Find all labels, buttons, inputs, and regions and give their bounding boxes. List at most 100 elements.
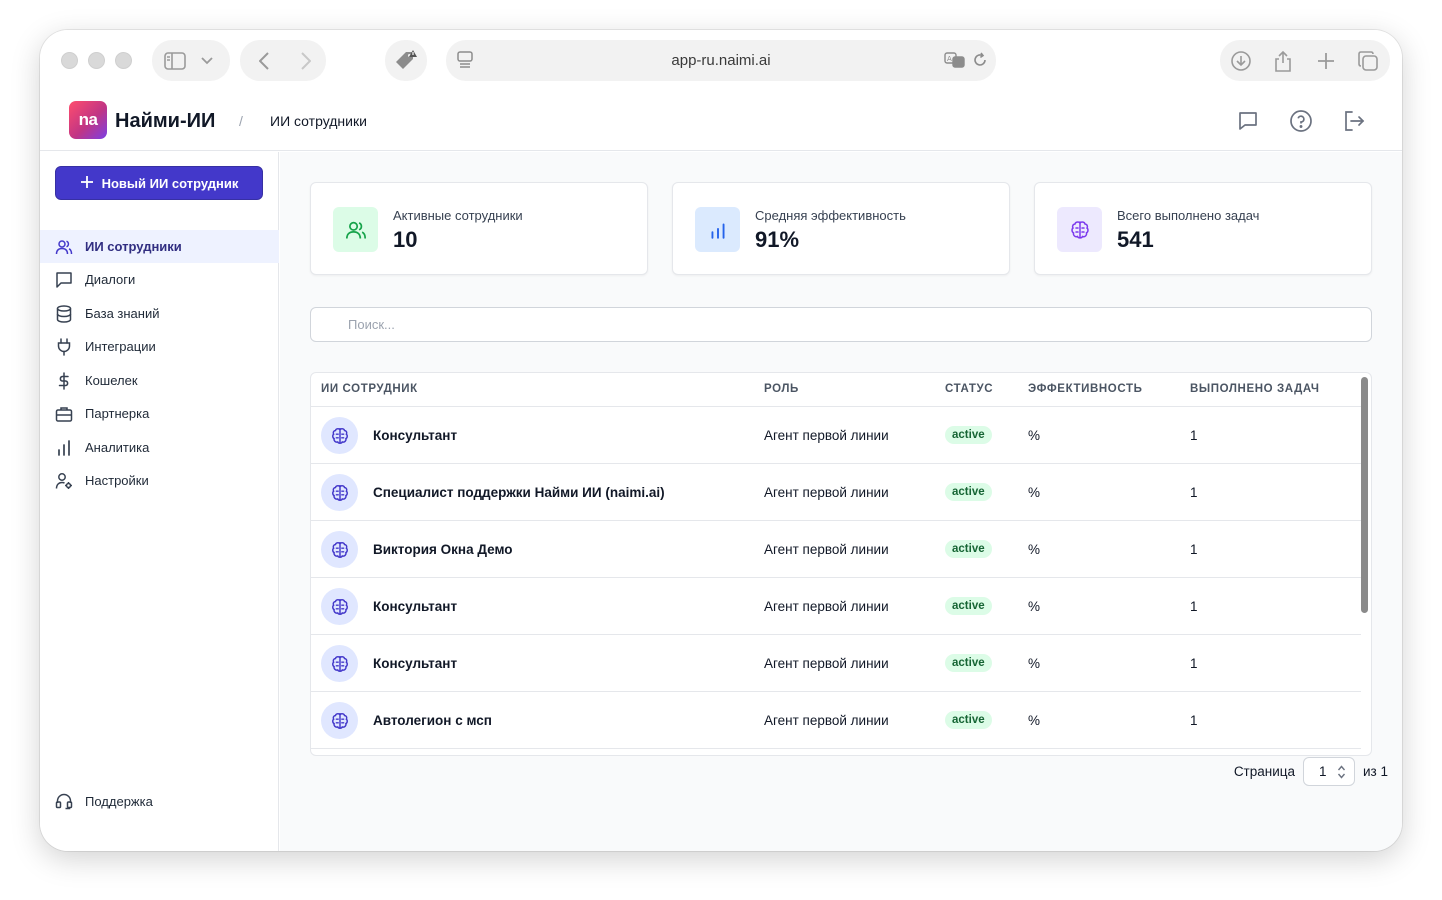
tag-warning-icon <box>393 48 419 74</box>
logout-icon[interactable] <box>1342 109 1366 133</box>
sidebar-item-ai-employees[interactable]: ИИ сотрудники <box>40 230 279 263</box>
table-row[interactable]: Автолегион с мсп Агент первой линии acti… <box>311 692 1361 749</box>
brain-icon <box>321 474 358 511</box>
support-link[interactable]: Поддержка <box>55 792 153 810</box>
brain-icon <box>321 645 358 682</box>
table-row[interactable]: Консультант Агент первой линии active % … <box>311 635 1361 692</box>
column-header-tasks[interactable]: ВЫПОЛНЕНО ЗАДАЧ <box>1190 383 1320 395</box>
download-icon[interactable] <box>1230 50 1252 72</box>
scrollbar-thumb[interactable] <box>1361 377 1368 613</box>
sidebar-item-wallet[interactable]: Кошелек <box>40 364 279 397</box>
column-header-role[interactable]: РОЛЬ <box>764 383 799 395</box>
employee-efficiency: % <box>1028 713 1041 728</box>
stat-label: Средняя эффективность <box>755 208 906 223</box>
brand-name[interactable]: Найми-ИИ <box>115 110 215 133</box>
status-badge: active <box>945 597 992 615</box>
bar-chart-icon <box>55 439 73 457</box>
chevron-down-icon[interactable] <box>200 54 214 68</box>
forward-arrow-icon[interactable] <box>299 51 313 70</box>
briefcase-icon <box>55 405 73 423</box>
sidebar-item-label: Аналитика <box>85 440 150 455</box>
employee-efficiency: % <box>1028 542 1041 557</box>
headset-icon <box>55 792 73 810</box>
sidebar-item-integrations[interactable]: Интеграции <box>40 330 279 363</box>
plug-icon <box>55 337 73 356</box>
stat-card-total-tasks: Всего выполнено задач 541 <box>1034 182 1372 275</box>
employee-role: Агент первой линии <box>764 713 889 728</box>
employee-tasks: 1 <box>1190 713 1198 728</box>
sidebar-toggle-group <box>152 40 230 81</box>
employee-name: Автолегион с мсп <box>373 713 492 728</box>
stat-card-active-employees: Активные сотрудники 10 <box>310 182 648 275</box>
table-row[interactable]: Специалист поддержки Найми ИИ (naimi.ai)… <box>311 464 1361 521</box>
reload-icon[interactable] <box>972 52 988 73</box>
pagination: Страница 1 из 1 <box>1234 757 1388 786</box>
column-header-status[interactable]: СТАТУС <box>945 383 993 395</box>
table-row[interactable]: Консультант Агент первой линии active % … <box>311 578 1361 635</box>
app-logo[interactable]: nа <box>69 101 107 139</box>
table-row[interactable]: Виктория Окна Демо Агент первой линии ac… <box>311 521 1361 578</box>
users-icon <box>333 207 378 252</box>
search-input[interactable] <box>310 307 1372 342</box>
sidebar-item-knowledge-base[interactable]: База знаний <box>40 297 279 330</box>
page-number-input[interactable]: 1 <box>1303 757 1355 786</box>
close-window-button[interactable] <box>61 52 78 69</box>
browser-actions-group <box>1220 40 1390 81</box>
employee-name: Виктория Окна Демо <box>373 542 513 557</box>
column-header-employee[interactable]: ИИ СОТРУДНИК <box>321 383 418 395</box>
employee-name: Консультант <box>373 656 458 671</box>
zoom-window-button[interactable] <box>115 52 132 69</box>
employee-name: Консультант <box>373 428 458 443</box>
brain-icon <box>321 588 358 625</box>
employee-efficiency: % <box>1028 656 1041 671</box>
new-tab-icon[interactable] <box>1315 50 1337 72</box>
page-number-value: 1 <box>1319 764 1327 779</box>
breadcrumb-separator: / <box>239 113 243 129</box>
translate-icon[interactable]: A <box>944 51 966 74</box>
stat-value: 10 <box>393 227 418 252</box>
url-text: app-ru.naimi.ai <box>671 52 771 69</box>
employee-role: Агент первой линии <box>764 656 889 671</box>
user-settings-icon <box>55 472 73 490</box>
chat-icon[interactable] <box>1236 109 1260 133</box>
status-badge: active <box>945 483 992 501</box>
status-badge: active <box>945 426 992 444</box>
sidebar-item-label: База знаний <box>85 306 160 321</box>
tab-overview-icon[interactable] <box>1357 50 1379 72</box>
employee-role: Агент первой линии <box>764 542 889 557</box>
employee-tasks: 1 <box>1190 599 1198 614</box>
column-header-efficiency[interactable]: ЭФФЕКТИВНОСТЬ <box>1028 383 1142 395</box>
sidebar-item-partners[interactable]: Партнерка <box>40 397 279 430</box>
status-badge: active <box>945 540 992 558</box>
extension-button[interactable] <box>385 40 427 81</box>
share-icon[interactable] <box>1272 50 1294 72</box>
chat-icon <box>55 271 73 289</box>
support-label: Поддержка <box>85 793 153 809</box>
employee-efficiency: % <box>1028 485 1041 500</box>
stat-label: Всего выполнено задач <box>1117 208 1260 223</box>
employee-tasks: 1 <box>1190 485 1198 500</box>
help-icon[interactable] <box>1289 109 1313 133</box>
bar-chart-icon <box>695 207 740 252</box>
sidebar-item-label: Настройки <box>85 473 149 488</box>
employee-role: Агент первой линии <box>764 599 889 614</box>
back-arrow-icon[interactable] <box>257 51 271 70</box>
employee-name: Специалист поддержки Найми ИИ (naimi.ai) <box>373 485 665 500</box>
sidebar-item-label: Кошелек <box>85 373 138 388</box>
pagination-label: Страница <box>1233 764 1295 779</box>
table-scrollbar[interactable] <box>1361 377 1368 753</box>
sidebar-item-settings[interactable]: Настройки <box>40 464 279 497</box>
table-row[interactable]: Консультант Агент первой линии active % … <box>311 407 1361 464</box>
new-ai-employee-button[interactable]: Новый ИИ сотрудник <box>55 166 263 200</box>
sidebar-item-dialogs[interactable]: Диалоги <box>40 263 279 296</box>
brain-icon <box>321 417 358 454</box>
employee-role: Агент первой линии <box>764 428 889 443</box>
address-bar[interactable]: app-ru.naimi.ai A <box>446 40 996 81</box>
sidebar-item-analytics[interactable]: Аналитика <box>40 431 279 464</box>
svg-text:A: A <box>947 55 952 63</box>
sidebar-toggle-icon[interactable] <box>164 50 186 72</box>
minimize-window-button[interactable] <box>88 52 105 69</box>
stepper-arrows-icon[interactable] <box>1337 764 1346 780</box>
employee-efficiency: % <box>1028 599 1041 614</box>
stat-label: Активные сотрудники <box>393 208 523 223</box>
